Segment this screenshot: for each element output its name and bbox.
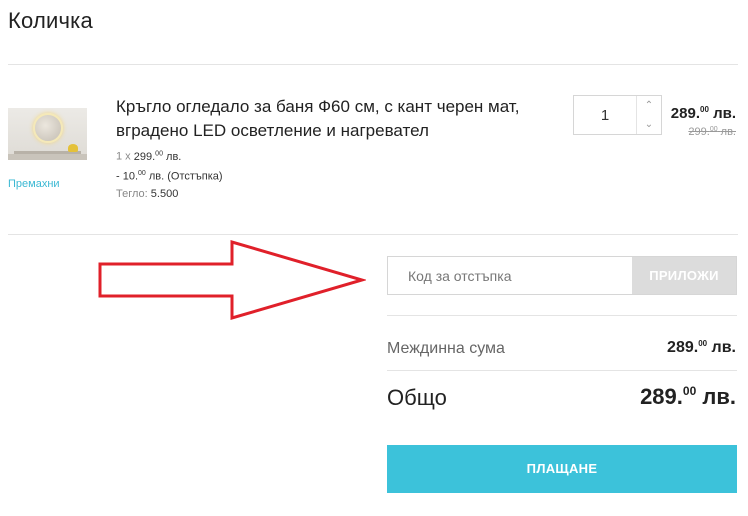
item-price: 289.00 лв. bbox=[670, 105, 736, 122]
weight-line: Тегло: 5.500 bbox=[116, 188, 179, 200]
chevron-down-icon[interactable]: ⌄ bbox=[637, 115, 661, 134]
page-title: Количка bbox=[8, 8, 93, 33]
chevron-up-icon[interactable]: ⌃ bbox=[637, 96, 661, 115]
header-divider bbox=[8, 64, 738, 65]
discount-line: - 10.00 лв. (Отстъпка) bbox=[116, 170, 223, 183]
total-value: 289.00 лв. bbox=[640, 384, 736, 409]
item-divider bbox=[8, 234, 738, 235]
product-thumbnail[interactable] bbox=[8, 108, 87, 160]
remove-item-link[interactable]: Премахни bbox=[8, 178, 60, 190]
quantity-input[interactable] bbox=[574, 96, 636, 134]
subtotal-value: 289.00 лв. bbox=[667, 339, 736, 356]
coupon-form: ПРИЛОЖИ bbox=[387, 256, 737, 295]
apply-coupon-button[interactable]: ПРИЛОЖИ bbox=[632, 257, 736, 294]
total-label: Общо bbox=[387, 385, 447, 410]
total-divider bbox=[387, 370, 737, 371]
unit-price: 299.00 лв. bbox=[133, 150, 182, 163]
quantity-stepper[interactable]: ⌃ ⌄ bbox=[573, 95, 662, 135]
red-arrow-right-icon bbox=[98, 239, 366, 320]
coupon-code-input[interactable] bbox=[388, 257, 633, 294]
round-mirror-image bbox=[33, 113, 63, 143]
checkout-button[interactable]: ПЛАЩАНЕ bbox=[387, 445, 737, 493]
product-name[interactable]: Кръгло огледало за баня Ф60 см, с кант ч… bbox=[116, 95, 556, 143]
quantity-arrows: ⌃ ⌄ bbox=[636, 96, 661, 134]
subtotal-label: Междинна сума bbox=[387, 340, 505, 357]
summary-divider bbox=[387, 315, 737, 316]
weight-value: 5.500 bbox=[150, 188, 179, 200]
unit-price-line: 1 x 299.00 лв. bbox=[116, 150, 182, 163]
item-old-price: 299.00 лв. bbox=[688, 126, 736, 138]
